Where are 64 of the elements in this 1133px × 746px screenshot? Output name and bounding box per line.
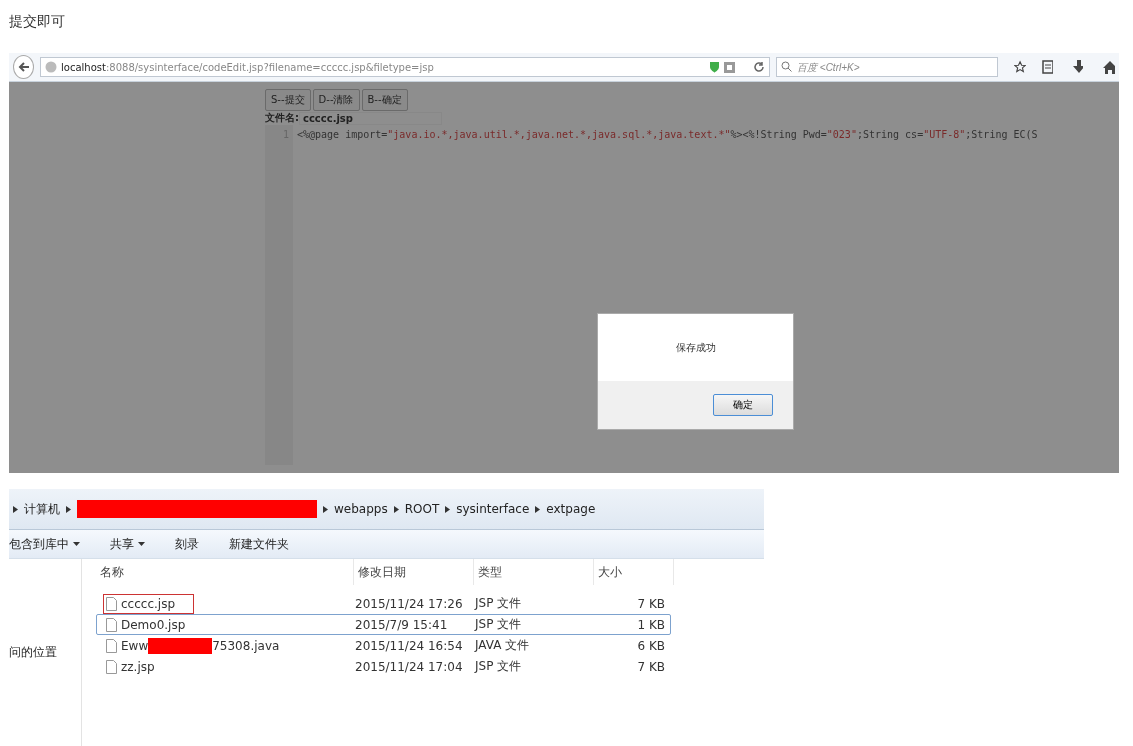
download-icon[interactable] [1072,60,1083,74]
breadcrumb-arrow-icon [393,505,399,513]
breadcrumb-arrow-icon [323,505,328,513]
address-bar[interactable]: localhost:8088/sysinterface/codeEdit.jsp?filename=ccccc.jsp&filetype=jsp [40,57,771,77]
dialog-message: 保存成功 [675,340,716,355]
type-cell-text: JSP 文件 [475,658,523,675]
ok-button[interactable]: 确定 [713,394,773,416]
date-cell-text: 2015/11/24 17:26 [355,596,464,611]
type-cell-text: JAVA 文件 [475,637,531,654]
caption-text: 提交即可 [9,12,66,31]
breadcrumb-arrow-icon [13,505,18,513]
back-button[interactable] [13,55,35,79]
toolbar-button[interactable]: 刻录 [175,535,199,553]
code-line: <%@page import="java.io.*,java.util.*,java.net.*,java.sql.*,java.text.*"%><%!String Pwd="023";String cs="UTF-8";String EC(S [296,128,1039,142]
file-row[interactable]: ccccc.jsp 2015/11/24 17:26 JSP 文件 7 KB [96,593,671,614]
breadcrumb-item[interactable]: ROOT [404,502,440,516]
file-icon [106,638,117,653]
editor-button[interactable]: D--清除 [312,89,360,111]
type-cell-text: JSP 文件 [475,595,523,612]
editor-button[interactable]: B--确定 [361,89,408,111]
file-icon [106,659,117,674]
size-cell-text: 7 KB [636,659,665,674]
nav-item[interactable]: 问的位置 [9,644,57,661]
home-icon[interactable] [1102,60,1115,74]
breadcrumb-item[interactable]: sysinterface [456,502,530,516]
editor-button[interactable]: S--提交 [265,89,311,111]
search-icon [781,61,793,72]
type-cell-text: JSP 文件 [475,616,523,633]
breadcrumb-arrow-icon [535,505,541,513]
file-name: ccccc.jsp [103,593,194,614]
file-name: Demo0.jsp [103,614,205,635]
size-cell-text: 6 KB [636,638,665,653]
size-cell-text: 7 KB [636,596,665,611]
filename-label: 文件名: [265,111,299,125]
breadcrumb-arrow-icon [66,505,71,513]
breadcrumb-item[interactable]: 计算机 [24,500,60,518]
breadcrumb-item[interactable]: extpage [546,502,596,516]
toolbar-button[interactable]: 新建文件夹 [229,535,289,553]
file-name: Eww 75308.java [103,634,299,657]
toolbar-button[interactable]: 包含到库中 [9,535,80,553]
file-icon [106,617,117,632]
column-header[interactable]: 修改日期 [354,559,474,585]
file-icon [106,596,117,611]
column-header[interactable]: 类型 [474,559,594,585]
clipboard-icon[interactable] [1042,60,1053,74]
file-name: zz.jsp [103,656,174,677]
date-cell-text: 2015/7/9 15:41 [355,617,449,632]
toolbar-button[interactable]: 共享 [110,535,145,553]
date-cell-text: 2015/11/24 16:54 [355,638,464,653]
size-cell-text: 1 KB [636,617,665,632]
shield-icon [709,61,721,73]
column-header[interactable]: 名称 [96,559,354,585]
filename-field: ccccc.jsp [299,111,442,125]
file-row[interactable]: Eww 75308.java 2015/11/24 16:54 JAVA 文件 6 KB [96,635,671,656]
breadcrumb-item[interactable]: webapps [334,502,388,516]
reload-icon[interactable] [753,61,766,73]
date-cell-text: 2015/11/24 17:04 [355,659,464,674]
star-icon[interactable] [1014,60,1027,74]
back-arrow-icon [17,61,30,73]
column-header[interactable]: 大小 [594,559,674,585]
file-row[interactable]: Demo0.jsp 2015/7/9 15:41 JSP 文件 1 KB [96,614,671,635]
breadcrumb-arrow-icon [445,505,451,513]
file-row[interactable]: zz.jsp 2015/11/24 17:04 JSP 文件 7 KB [96,656,671,677]
search-field[interactable]: 百度 <Ctrl+K> [776,57,999,77]
